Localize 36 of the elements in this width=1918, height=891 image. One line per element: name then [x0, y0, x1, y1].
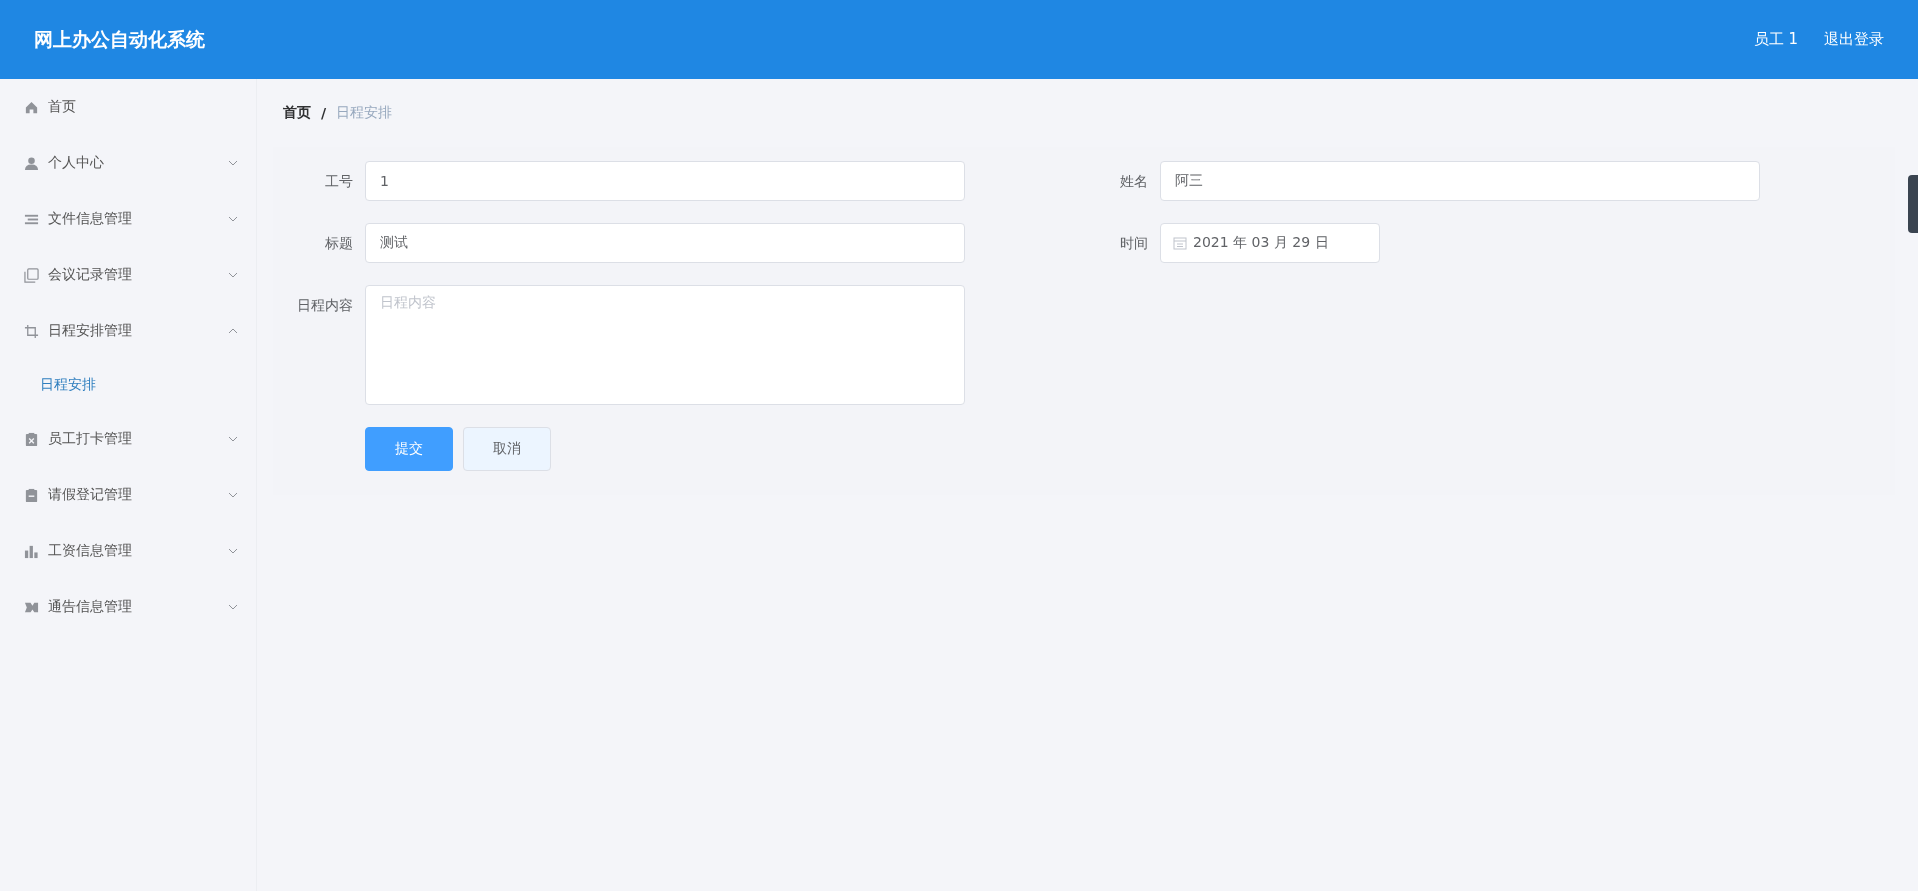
menu-item[interactable]: 通告信息管理 [0, 579, 256, 635]
menu-icon [24, 99, 39, 115]
menu-item[interactable]: 请假登记管理 [0, 467, 256, 523]
menu-item[interactable]: 首页 [0, 79, 256, 135]
app-title: 网上办公自动化系统 [34, 26, 206, 52]
submenu-item[interactable]: 日程安排 [0, 359, 256, 411]
field-label: 工号 [324, 172, 354, 191]
field-label: 日程内容 [296, 296, 354, 315]
menu-item[interactable]: 文件信息管理 [0, 191, 256, 247]
calendar-icon [1173, 236, 1187, 250]
schedule-content-field[interactable]: 日程内容 [365, 285, 965, 405]
text-field[interactable]: 测试 [365, 223, 965, 263]
side-widget[interactable] [1908, 175, 1918, 233]
menu-icon [24, 543, 39, 559]
field-label: 标题 [324, 234, 354, 253]
menu-item[interactable]: 日程安排管理 [0, 303, 256, 359]
menu-icon [24, 323, 39, 339]
menu-icon [24, 267, 39, 283]
breadcrumb-item[interactable]: 首页 [283, 104, 311, 122]
breadcrumb-item: 日程安排 [336, 104, 393, 122]
menu-icon [24, 431, 39, 447]
menu-icon [24, 155, 39, 171]
text-field[interactable]: 阿三 [1160, 161, 1760, 201]
user-name[interactable]: 员工 1 [1753, 30, 1798, 49]
field-label: 姓名 [1119, 172, 1149, 191]
date-field[interactable]: 2021 年 03 月 29 日 [1160, 223, 1380, 263]
menu-item[interactable]: 会议记录管理 [0, 247, 256, 303]
breadcrumb-separator: / [321, 105, 327, 121]
menu-icon [24, 487, 39, 503]
field-label: 时间 [1119, 234, 1149, 253]
cancel-button[interactable]: 取消 [463, 427, 551, 471]
logout-link[interactable]: 退出登录 [1824, 30, 1884, 49]
menu-item[interactable]: 工资信息管理 [0, 523, 256, 579]
menu-item[interactable]: 员工打卡管理 [0, 411, 256, 467]
text-field[interactable]: 1 [365, 161, 965, 201]
menu-item[interactable]: 个人中心 [0, 135, 256, 191]
